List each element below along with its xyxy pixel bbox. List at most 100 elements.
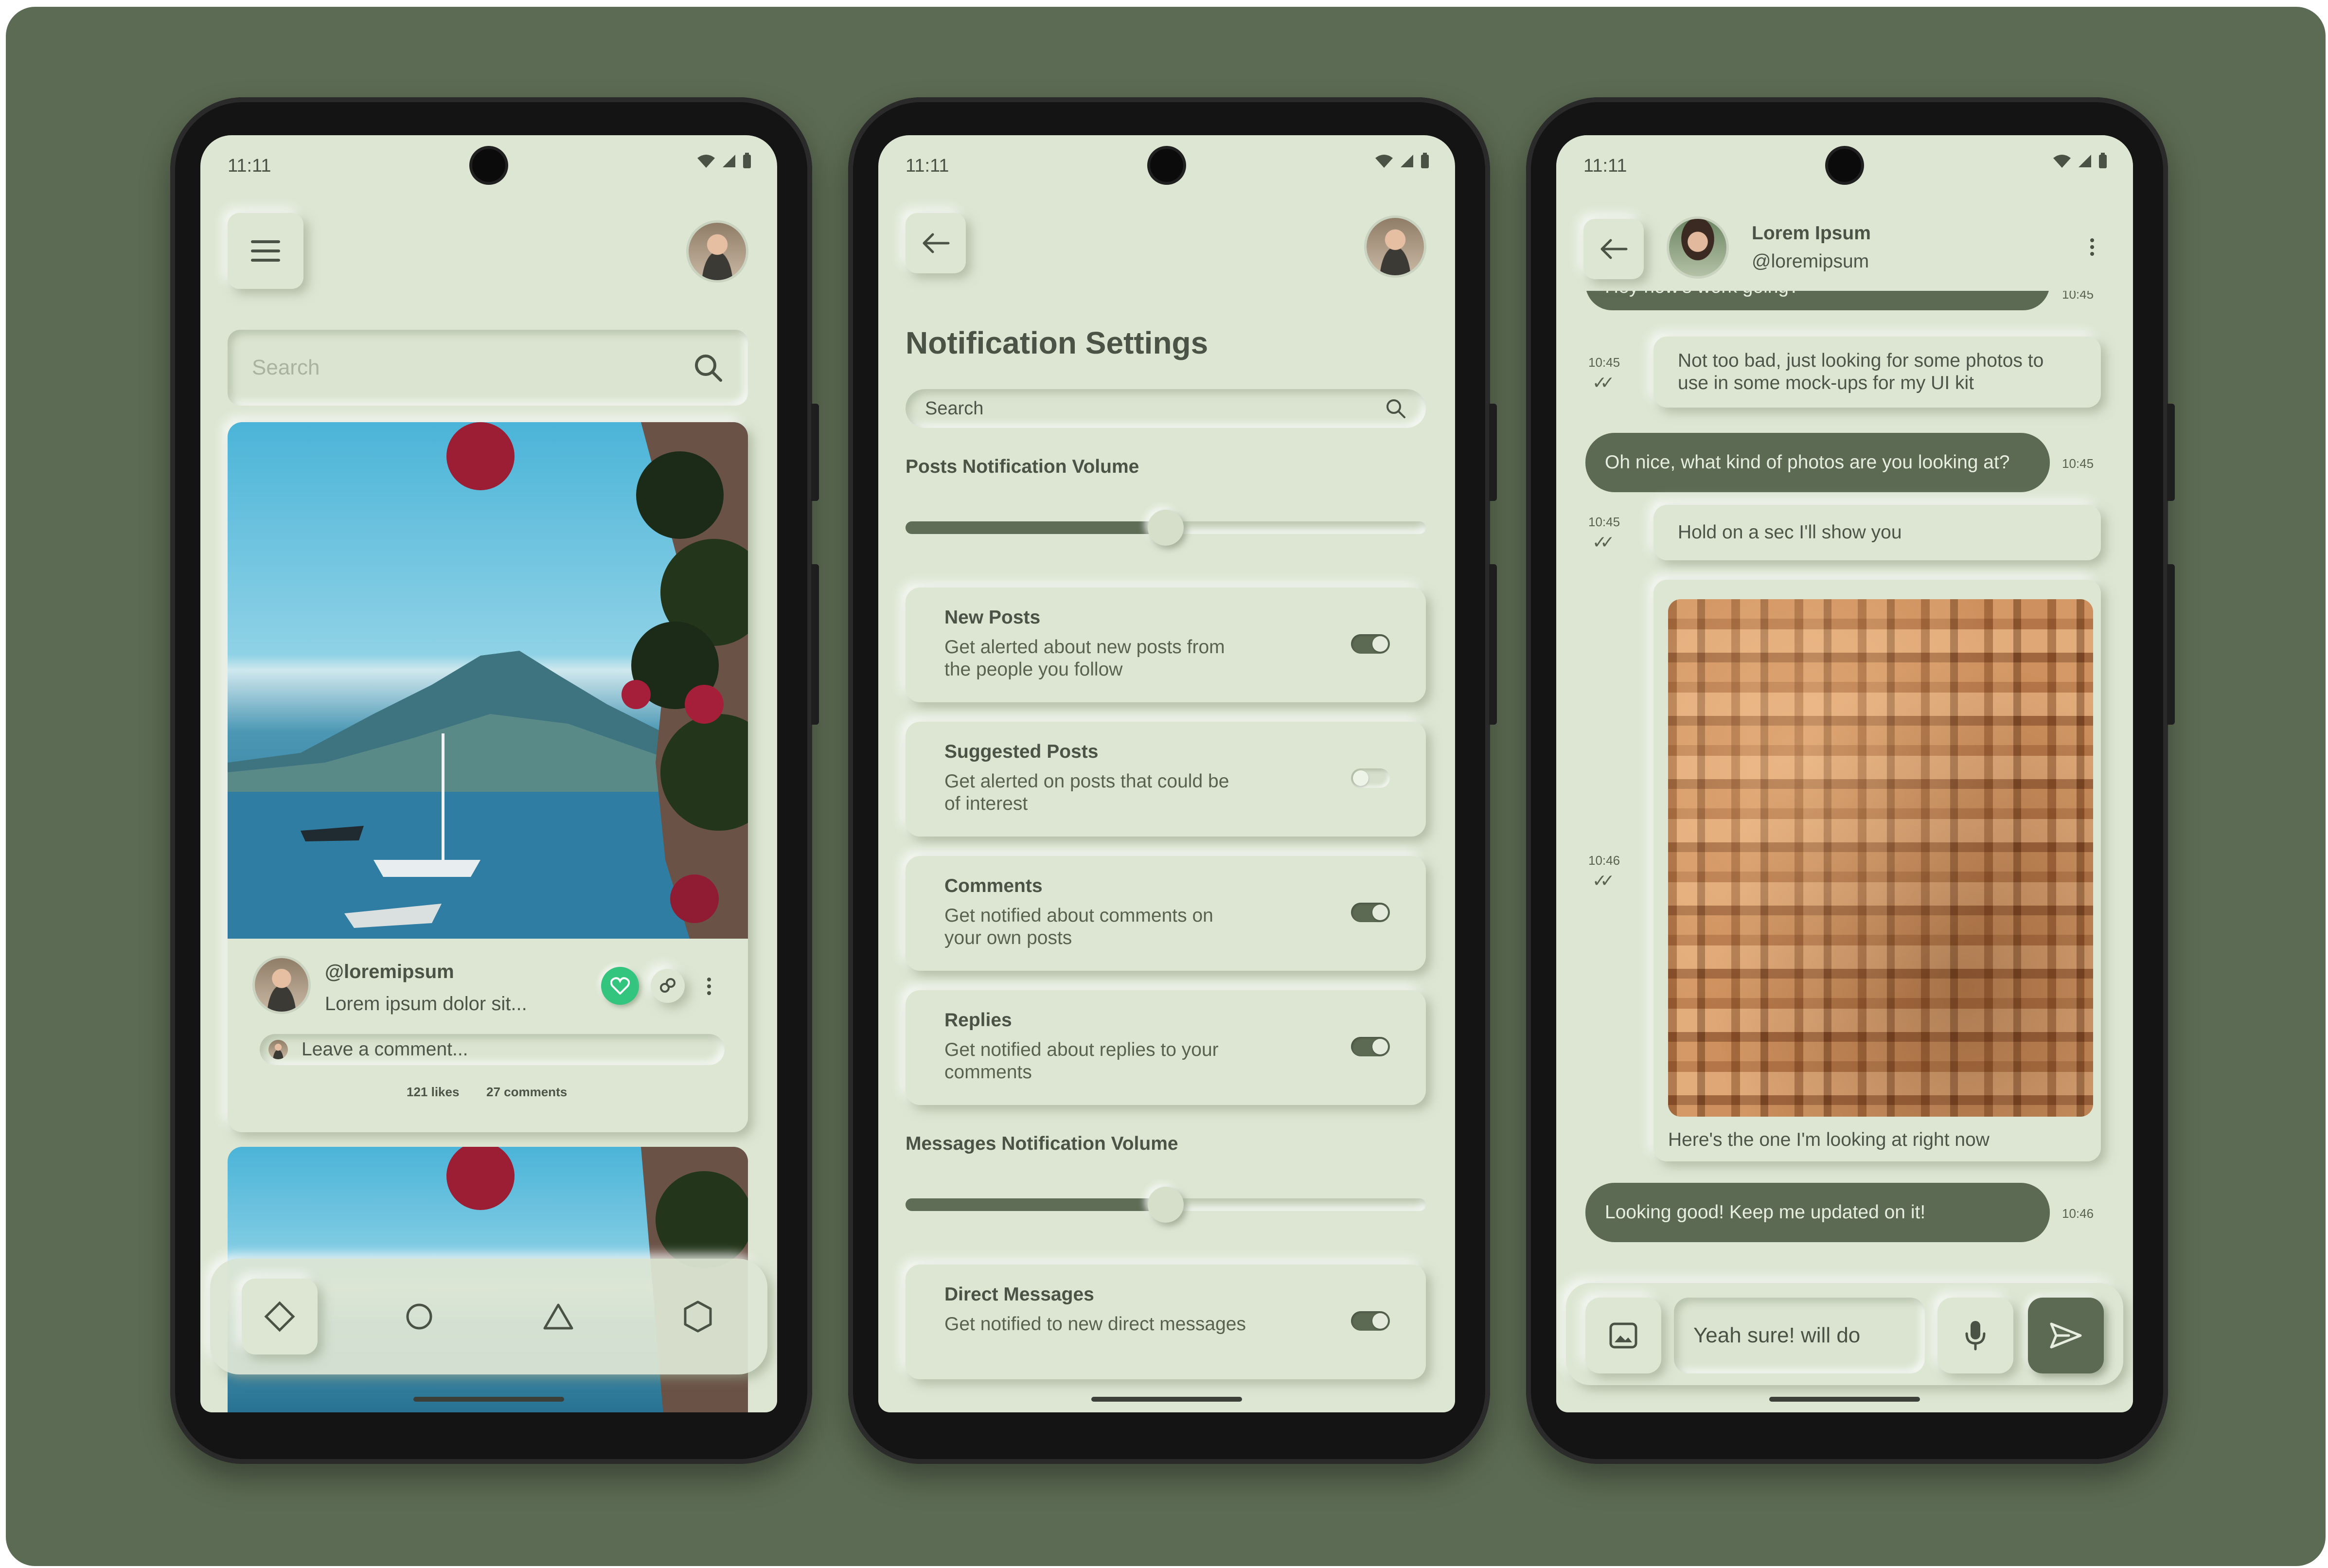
more-vertical-icon: [707, 978, 711, 995]
setting-description: Get alerted on posts that could be of in…: [944, 771, 1229, 814]
wifi-icon: [1375, 155, 1393, 168]
arrow-left-icon: [923, 233, 950, 253]
toggle-knob: [1372, 905, 1388, 920]
microphone-icon: [1965, 1321, 1986, 1351]
message-text: Looking good! Keep me updated on it!: [1605, 1202, 1926, 1223]
share-button[interactable]: [651, 969, 685, 1003]
menu-button[interactable]: [228, 213, 303, 289]
post-author-avatar[interactable]: [255, 958, 308, 1012]
search-placeholder: Search: [252, 356, 320, 379]
triangle-icon: [543, 1303, 573, 1330]
message-sent-image[interactable]: Here's the one I'm looking at right now: [1653, 580, 2101, 1161]
new-posts-toggle[interactable]: [1351, 634, 1390, 654]
contact-handle: @loremipsum: [1752, 251, 1869, 272]
toggle-knob: [1353, 770, 1368, 786]
attach-image-button[interactable]: [1585, 1298, 1661, 1373]
battery-icon: [2099, 153, 2107, 168]
home-indicator[interactable]: [1091, 1397, 1242, 1402]
setting-card-new-posts[interactable]: New Posts Get alerted about new posts fr…: [906, 588, 1426, 702]
read-receipt-icon: ✓✓: [1592, 532, 1615, 552]
page-title: Notification Settings: [906, 325, 1208, 360]
nav-item-profile[interactable]: [660, 1279, 736, 1354]
more-options-button[interactable]: [699, 967, 719, 1006]
contact-avatar[interactable]: [1669, 219, 1726, 276]
message-time: 10:45: [1588, 355, 1620, 370]
direct-messages-toggle[interactable]: [1351, 1311, 1390, 1331]
comments-toggle[interactable]: [1351, 903, 1390, 922]
posts-volume-slider[interactable]: [906, 510, 1426, 546]
back-button[interactable]: [1583, 219, 1644, 279]
post-username[interactable]: @loremipsum: [325, 961, 454, 983]
more-options-button[interactable]: [2090, 238, 2094, 256]
search-input[interactable]: Search: [228, 330, 748, 406]
setting-title: Replies: [944, 1010, 1012, 1031]
nav-item-explore[interactable]: [381, 1279, 457, 1354]
setting-card-direct-messages[interactable]: Direct Messages Get notified to new dire…: [906, 1265, 1426, 1379]
read-receipt-icon: ✓✓: [1592, 373, 1615, 392]
profile-avatar[interactable]: [689, 223, 746, 280]
setting-card-suggested-posts[interactable]: Suggested Posts Get alerted on posts tha…: [906, 722, 1426, 837]
message-sent[interactable]: Hold on a sec I'll show you: [1653, 505, 2101, 560]
search-icon: [695, 355, 722, 382]
toggle-knob: [1372, 1039, 1388, 1054]
voice-button[interactable]: [1937, 1298, 2013, 1373]
likes-count[interactable]: 121 likes: [407, 1085, 459, 1100]
post-card[interactable]: @loremipsum Lorem ipsum dolor sit... Lea…: [228, 422, 748, 1132]
setting-title: Comments: [944, 875, 1043, 896]
comment-input[interactable]: Leave a comment...: [260, 1034, 725, 1065]
hexagon-icon: [684, 1301, 712, 1333]
slider-fill: [906, 521, 1166, 534]
suggested-posts-toggle[interactable]: [1351, 768, 1390, 788]
like-button[interactable]: [601, 967, 639, 1005]
nav-item-home[interactable]: [242, 1279, 318, 1354]
comment-placeholder: Leave a comment...: [302, 1039, 468, 1060]
carved-temple-photo[interactable]: [1668, 599, 2093, 1117]
slider-thumb[interactable]: [1148, 1187, 1184, 1223]
image-icon: [1609, 1322, 1637, 1349]
more-vertical-icon: [2090, 238, 2094, 256]
message-received[interactable]: Oh nice, what kind of photos are you loo…: [1585, 433, 2050, 492]
signal-icon: [1401, 155, 1413, 167]
feed-screen: 11:11 Search @loremipsum Lorem ipsum dol…: [200, 135, 777, 1412]
profile-avatar[interactable]: [1367, 218, 1424, 275]
message-composer: Yeah sure! will do: [1566, 1283, 2123, 1385]
message-text: Oh nice, what kind of photos are you loo…: [1605, 452, 2010, 473]
nav-item-create[interactable]: [520, 1279, 596, 1354]
settings-screen: 11:11 Notification Settings Search Posts…: [878, 135, 1455, 1412]
slider-thumb[interactable]: [1148, 510, 1184, 546]
comments-count[interactable]: 27 comments: [486, 1085, 567, 1100]
signal-icon: [2079, 155, 2091, 167]
message-input[interactable]: Yeah sure! will do: [1674, 1298, 1925, 1373]
read-receipt-icon: ✓✓: [1592, 871, 1615, 891]
message-text: Here's the one I'm looking at right now: [1668, 1129, 1990, 1150]
posts-volume-label: Posts Notification Volume: [906, 456, 1139, 477]
replies-toggle[interactable]: [1351, 1037, 1390, 1056]
message-sent[interactable]: Not too bad, just looking for some photo…: [1653, 337, 2101, 408]
signal-icon: [723, 155, 735, 167]
setting-description: Get notified to new direct messages: [944, 1314, 1246, 1335]
contact-name[interactable]: Lorem Ipsum: [1752, 223, 1871, 244]
phone-feed: 11:11 Search @loremipsum Lorem ipsum dol…: [170, 97, 819, 1464]
status-icons: [696, 153, 752, 169]
battery-icon: [1421, 153, 1429, 168]
send-button[interactable]: [2028, 1298, 2104, 1373]
search-input[interactable]: Search: [906, 389, 1426, 428]
post-photo: [228, 422, 748, 939]
toggle-knob: [1372, 636, 1388, 652]
message-received[interactable]: Looking good! Keep me updated on it!: [1585, 1183, 2050, 1242]
status-time: 11:11: [228, 156, 271, 176]
wifi-icon: [2053, 155, 2071, 168]
status-time: 11:11: [1583, 156, 1627, 176]
home-indicator[interactable]: [413, 1397, 564, 1402]
setting-card-comments[interactable]: Comments Get notified about comments on …: [906, 856, 1426, 971]
diamond-icon: [264, 1301, 295, 1332]
front-camera: [1828, 149, 1861, 182]
chat-header: 11:11 Lorem Ipsum @loremipsum: [1556, 135, 2133, 291]
message-time: 10:46: [1588, 853, 1620, 868]
messages-volume-slider[interactable]: [906, 1187, 1426, 1223]
toggle-knob: [1372, 1313, 1388, 1329]
setting-title: New Posts: [944, 607, 1041, 628]
home-indicator[interactable]: [1769, 1397, 1920, 1402]
back-button[interactable]: [906, 213, 966, 273]
setting-card-replies[interactable]: Replies Get notified about replies to yo…: [906, 990, 1426, 1105]
